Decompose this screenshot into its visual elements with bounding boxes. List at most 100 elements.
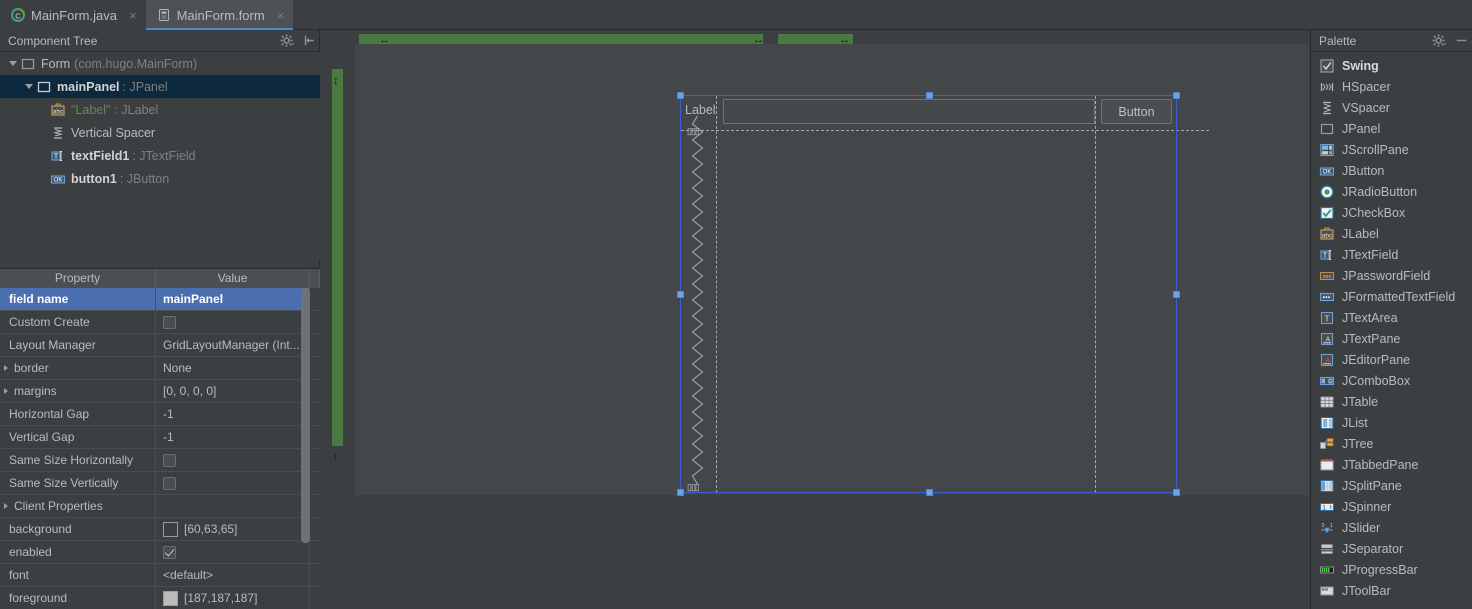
resize-handle-middle-left[interactable] bbox=[677, 291, 684, 298]
property-value[interactable] bbox=[156, 449, 310, 471]
palette-item-jtoolbar[interactable]: JToolBar bbox=[1311, 580, 1472, 601]
palette-item-jseparator[interactable]: JSeparator bbox=[1311, 538, 1472, 559]
property-row-background[interactable]: background [60,63,65] bbox=[0, 518, 320, 541]
palette-item-jcombobox[interactable]: JComboBox bbox=[1311, 370, 1472, 391]
palette-item-jtextfield[interactable]: T JTextField bbox=[1311, 244, 1472, 265]
component-tree[interactable]: Form (com.hugo.MainForm) mainPanel : JPa… bbox=[0, 52, 320, 260]
gear-icon[interactable] bbox=[276, 32, 298, 50]
palette-item-jspinner[interactable]: 1 JSpinner bbox=[1311, 496, 1472, 517]
palette-item-vspacer[interactable]: VSpacer bbox=[1311, 97, 1472, 118]
palette-item-jpanel[interactable]: JPanel bbox=[1311, 118, 1472, 139]
property-row-client-properties[interactable]: Client Properties bbox=[0, 495, 320, 518]
resize-handle-top-right[interactable] bbox=[1173, 92, 1180, 99]
palette-item-jeditorpane[interactable]: A JEditorPane bbox=[1311, 349, 1472, 370]
palette-item-hspacer[interactable]: HSpacer bbox=[1311, 76, 1472, 97]
gear-icon[interactable] bbox=[1428, 32, 1450, 50]
checkbox-checked-icon[interactable] bbox=[1319, 58, 1335, 74]
palette-item-jlist[interactable]: JList bbox=[1311, 412, 1472, 433]
property-value[interactable]: GridLayoutManager (Int... bbox=[156, 334, 310, 356]
ruler-v-segment[interactable] bbox=[332, 69, 343, 446]
chevron-down-icon[interactable] bbox=[22, 75, 36, 98]
property-value[interactable]: <default> bbox=[156, 564, 310, 586]
form-component-vertical-spacer[interactable] bbox=[691, 115, 704, 490]
property-row-same-size-horizontally[interactable]: Same Size Horizontally bbox=[0, 449, 320, 472]
property-row-margins[interactable]: margins [0, 0, 0, 0] bbox=[0, 380, 320, 403]
scrollbar-thumb[interactable] bbox=[301, 288, 310, 543]
enabled-checkbox[interactable] bbox=[163, 545, 176, 559]
property-row-foreground[interactable]: foreground [187,187,187] bbox=[0, 587, 320, 609]
resize-handle-bottom-left[interactable] bbox=[677, 489, 684, 496]
palette-item-jsplitpane[interactable]: JSplitPane bbox=[1311, 475, 1472, 496]
chevron-right-icon[interactable] bbox=[4, 388, 13, 394]
property-row-layout-manager[interactable]: Layout Manager GridLayoutManager (Int... bbox=[0, 334, 320, 357]
property-value[interactable] bbox=[156, 541, 310, 563]
property-row-custom-create[interactable]: Custom Create bbox=[0, 311, 320, 334]
resize-handle-bottom-right[interactable] bbox=[1173, 489, 1180, 496]
foreground-color-swatch[interactable] bbox=[163, 590, 178, 606]
ruler-resize-arrow-v-2[interactable]: ↕ bbox=[333, 452, 339, 463]
property-value[interactable] bbox=[156, 311, 310, 333]
chevron-right-icon[interactable] bbox=[4, 503, 13, 509]
palette-item-jradiobutton[interactable]: JRadioButton bbox=[1311, 181, 1472, 202]
property-value[interactable]: mainPanel bbox=[156, 288, 310, 310]
close-icon[interactable]: × bbox=[129, 9, 137, 22]
form-component-jbutton[interactable]: Button bbox=[1101, 99, 1172, 124]
resize-handle-top-left[interactable] bbox=[677, 92, 684, 99]
palette-item-jprogressbar[interactable]: JProgressBar bbox=[1311, 559, 1472, 580]
property-value[interactable]: -1 bbox=[156, 426, 310, 448]
resize-handle-bottom-center[interactable] bbox=[926, 489, 933, 496]
ruler-resize-arrow-v-1[interactable]: ↕ bbox=[333, 76, 339, 87]
tree-row-vertical-spacer[interactable]: Vertical Spacer bbox=[0, 121, 320, 144]
palette-item-jpasswordfield[interactable]: xxx JPasswordField bbox=[1311, 265, 1472, 286]
property-value[interactable] bbox=[156, 495, 310, 517]
property-value[interactable] bbox=[156, 472, 310, 494]
resize-handle-middle-right[interactable] bbox=[1173, 291, 1180, 298]
property-row-field-name[interactable]: field name mainPanel bbox=[0, 288, 320, 311]
editor-tab-mainform-form[interactable]: MainForm.form × bbox=[145, 0, 294, 30]
tree-row-button1[interactable]: OK button1 : JButton bbox=[0, 167, 320, 190]
palette-item-jtextpane[interactable]: A JTextPane bbox=[1311, 328, 1472, 349]
close-icon[interactable]: × bbox=[277, 9, 285, 22]
tree-row-form[interactable]: Form (com.hugo.MainForm) bbox=[0, 52, 320, 75]
custom-create-checkbox[interactable] bbox=[163, 315, 176, 329]
palette-group-swing[interactable]: Swing bbox=[1311, 55, 1472, 76]
palette-item-jslider[interactable]: 0 1 JSlider bbox=[1311, 517, 1472, 538]
palette-item-jlabel[interactable]: abc JLabel bbox=[1311, 223, 1472, 244]
property-row-enabled[interactable]: enabled bbox=[0, 541, 320, 564]
palette-item-jtree[interactable]: JTree bbox=[1311, 433, 1472, 454]
palette-item-jcheckbox[interactable]: JCheckBox bbox=[1311, 202, 1472, 223]
property-value[interactable]: -1 bbox=[156, 403, 310, 425]
same-size-vertically-checkbox[interactable] bbox=[163, 476, 176, 490]
property-row-vertical-gap[interactable]: Vertical Gap -1 bbox=[0, 426, 320, 449]
property-row-font[interactable]: font <default> bbox=[0, 564, 320, 587]
form-component-jlabel[interactable]: Label bbox=[685, 103, 716, 117]
property-table-scrollbar[interactable] bbox=[301, 288, 310, 588]
same-size-horizontally-checkbox[interactable] bbox=[163, 453, 176, 467]
property-value[interactable]: [187,187,187] bbox=[156, 587, 310, 609]
palette-item-jtabbedpane[interactable]: JTabbedPane bbox=[1311, 454, 1472, 475]
background-color-swatch[interactable] bbox=[163, 521, 178, 537]
tree-row-label[interactable]: abc "Label" : JLabel bbox=[0, 98, 320, 121]
tree-row-mainpanel[interactable]: mainPanel : JPanel bbox=[0, 75, 320, 98]
form-design-canvas[interactable]: ↔ ↔ ↔ ↕ ↕ Label Button ▯▯▯ ▯▯▯ bbox=[321, 30, 1309, 609]
resize-handle-top-center[interactable] bbox=[926, 92, 933, 99]
form-component-jtextfield[interactable] bbox=[723, 99, 1095, 124]
editor-tab-mainform-java[interactable]: C MainForm.java × bbox=[0, 0, 146, 30]
palette-item-jtable[interactable]: JTable bbox=[1311, 391, 1472, 412]
minimize-icon[interactable] bbox=[1450, 32, 1472, 50]
tree-row-textfield1[interactable]: T textField1 : JTextField bbox=[0, 144, 320, 167]
property-row-same-size-vertically[interactable]: Same Size Vertically bbox=[0, 472, 320, 495]
property-row-border[interactable]: border None bbox=[0, 357, 320, 380]
property-row-horizontal-gap[interactable]: Horizontal Gap -1 bbox=[0, 403, 320, 426]
collapse-all-icon[interactable] bbox=[298, 32, 320, 50]
palette-item-jtextarea[interactable]: T JTextArea bbox=[1311, 307, 1472, 328]
chevron-right-icon[interactable] bbox=[4, 365, 13, 371]
selection-outline-mainpanel[interactable] bbox=[680, 95, 1177, 493]
property-value[interactable]: [60,63,65] bbox=[156, 518, 310, 540]
property-value[interactable]: None bbox=[156, 357, 310, 379]
palette-item-jformattedtextfield[interactable]: JFormattedTextField bbox=[1311, 286, 1472, 307]
property-value[interactable]: [0, 0, 0, 0] bbox=[156, 380, 310, 402]
property-table[interactable]: Property Value field name mainPanel Cust… bbox=[0, 268, 320, 609]
palette-item-jscrollpane[interactable]: JScrollPane bbox=[1311, 139, 1472, 160]
palette-item-jbutton[interactable]: OK JButton bbox=[1311, 160, 1472, 181]
